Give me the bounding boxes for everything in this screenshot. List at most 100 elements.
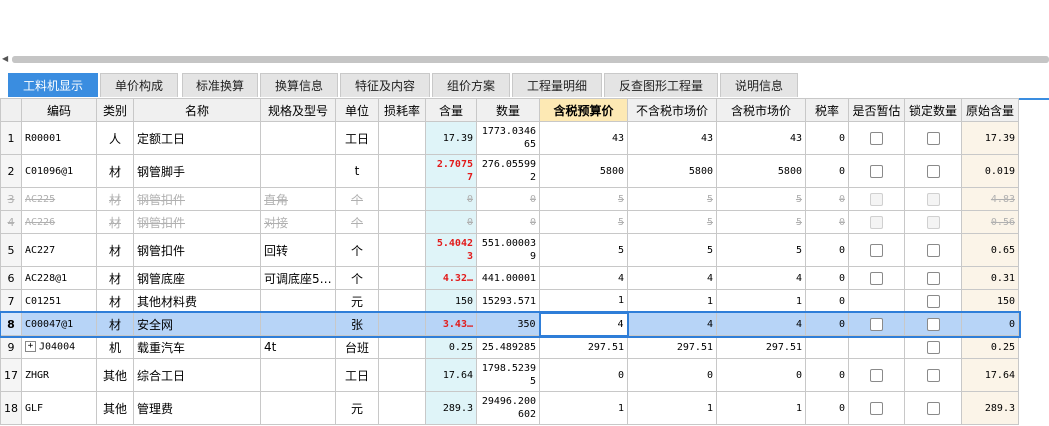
lock-qty-checkbox[interactable] [926, 165, 940, 178]
tab-reverse-query[interactable]: 反查图形工程量 [604, 73, 718, 97]
lock-qty-cell[interactable] [904, 289, 962, 313]
market-in-tax-cell[interactable]: 0 [716, 358, 806, 392]
content-cell[interactable]: 150 [425, 289, 477, 313]
budget-price-cell[interactable]: 0 [539, 358, 628, 392]
provisional-checkbox[interactable] [870, 193, 883, 206]
orig-content-cell[interactable]: 0.31 [961, 266, 1019, 290]
orig-content-cell[interactable]: 0.25 [961, 335, 1019, 359]
row-number-cell[interactable]: 17 [0, 358, 22, 392]
row-number-cell[interactable]: 2 [0, 154, 22, 188]
lock-qty-checkbox[interactable] [926, 341, 940, 354]
budget-price-cell[interactable]: 5 [539, 210, 628, 234]
name-cell[interactable]: 载重汽车 [133, 335, 261, 359]
budget-price-cell[interactable]: 297.51 [539, 335, 628, 359]
budget-price-cell[interactable]: 5800 [539, 154, 628, 188]
market-ex-tax-cell[interactable]: 0 [627, 358, 717, 392]
budget-price-cell[interactable]: 1 [539, 289, 628, 313]
provisional-checkbox[interactable] [870, 318, 883, 331]
lock-qty-checkbox[interactable] [926, 216, 940, 229]
spec-cell[interactable] [260, 289, 336, 313]
quantity-cell[interactable]: 0 [476, 210, 540, 234]
name-cell[interactable]: 钢管底座 [133, 266, 261, 290]
content-cell[interactable]: 0 [425, 210, 477, 234]
table-row[interactable]: 7 C01251 材其他材料费元 150 15293.571 1 1 1 0 150 [0, 289, 1019, 313]
scrollbar-track[interactable] [12, 56, 1049, 63]
provisional-cell[interactable] [848, 335, 905, 359]
quantity-cell[interactable]: 0 [476, 187, 540, 211]
row-number-cell[interactable]: 4 [0, 210, 22, 234]
col-header-spec[interactable]: 规格及型号 [260, 98, 336, 122]
type-cell[interactable]: 材 [96, 266, 134, 290]
market-in-tax-cell[interactable]: 297.51 [716, 335, 806, 359]
provisional-cell[interactable] [848, 121, 905, 155]
content-cell[interactable]: 2.7075 7 [425, 154, 477, 188]
table-row[interactable]: 9 + J04004 机载重汽车 4t 台班 0.25 25.489285 297.51 297.… [0, 335, 1019, 359]
type-cell[interactable]: 材 [96, 312, 134, 336]
table-row[interactable]: 5 AC227 材钢管扣件 回转个 5.4042 3 551.00003 9 5 5 5 0 0.6… [0, 233, 1019, 267]
unit-cell[interactable]: 个 [335, 266, 379, 290]
orig-content-cell[interactable]: 0.019 [961, 154, 1019, 188]
tax-rate-cell[interactable]: 0 [805, 312, 849, 336]
lock-qty-checkbox[interactable] [926, 318, 940, 331]
unit-cell[interactable]: 元 [335, 391, 379, 425]
code-cell[interactable]: AC226 [21, 210, 97, 234]
market-in-tax-cell[interactable]: 5800 [716, 154, 806, 188]
provisional-cell[interactable] [848, 154, 905, 188]
provisional-checkbox[interactable] [870, 216, 883, 229]
provisional-cell[interactable] [848, 391, 905, 425]
market-in-tax-cell[interactable]: 5 [716, 187, 806, 211]
col-header-unit[interactable]: 单位 [335, 98, 379, 122]
tax-rate-cell[interactable] [805, 335, 849, 359]
type-cell[interactable]: 其他 [96, 358, 134, 392]
row-number-cell[interactable]: 8 [0, 312, 22, 336]
provisional-cell[interactable] [848, 233, 905, 267]
budget-price-cell[interactable]: 5 [539, 233, 628, 267]
lock-qty-cell[interactable] [904, 358, 962, 392]
spec-cell[interactable]: 可调底座5… [260, 266, 336, 290]
budget-price-cell[interactable]: 4 [538, 311, 629, 337]
code-cell[interactable]: C00047@1 [21, 312, 97, 336]
col-header-lock-qty[interactable]: 锁定数量 [904, 98, 962, 122]
unit-cell[interactable]: 工日 [335, 358, 379, 392]
market-in-tax-cell[interactable]: 5 [716, 210, 806, 234]
market-ex-tax-cell[interactable]: 1 [627, 289, 717, 313]
provisional-cell[interactable] [848, 266, 905, 290]
provisional-cell[interactable] [848, 312, 905, 336]
spec-cell[interactable]: 4t [260, 335, 336, 359]
table-row[interactable]: 1 R00001 人定额工日 工日 17.39 1773.0346 65 43 43 43 0 17… [0, 121, 1019, 155]
name-cell[interactable]: 钢管脚手 [133, 154, 261, 188]
budget-price-cell[interactable]: 1 [539, 391, 628, 425]
content-cell[interactable]: 289.3 [425, 391, 477, 425]
table-row[interactable]: 17 ZHGR 其他 综合工日 工日 17.64 1798.5239 5 0 0 0 0 17.64 [0, 358, 1019, 392]
unit-cell[interactable]: 个 [335, 187, 379, 211]
lock-qty-cell[interactable] [904, 266, 962, 290]
tab-material-display[interactable]: 工料机显示 [8, 73, 98, 97]
horizontal-scrollbar[interactable]: ◀ [0, 53, 1049, 65]
provisional-cell[interactable] [848, 289, 905, 313]
loss-rate-cell[interactable] [378, 335, 426, 359]
loss-rate-cell[interactable] [378, 289, 426, 313]
quantity-cell[interactable]: 551.00003 9 [476, 233, 540, 267]
type-cell[interactable]: 材 [96, 187, 134, 211]
quantity-cell[interactable]: 29496.200 602 [476, 391, 540, 425]
tax-rate-cell[interactable]: 0 [805, 210, 849, 234]
tab-conversion-info[interactable]: 换算信息 [260, 73, 338, 97]
budget-price-cell[interactable]: 4 [539, 266, 628, 290]
table-row[interactable]: 4 AC226 材钢管扣件 对接个 0 0 5 5 5 0 0.56 [0, 210, 1019, 234]
orig-content-cell[interactable]: 150 [961, 289, 1019, 313]
lock-qty-cell[interactable] [904, 154, 962, 188]
name-cell[interactable]: 钢管扣件 [133, 233, 261, 267]
name-cell[interactable]: 定额工日 [133, 121, 261, 155]
content-cell[interactable]: 17.64 [425, 358, 477, 392]
content-cell[interactable]: 3.43… [425, 312, 477, 336]
type-cell[interactable]: 机 [96, 335, 134, 359]
budget-price-cell[interactable]: 5 [539, 187, 628, 211]
code-cell[interactable]: C01096@1 [21, 154, 97, 188]
col-header-tax-rate[interactable]: 税率 [805, 98, 849, 122]
market-in-tax-cell[interactable]: 1 [716, 391, 806, 425]
market-in-tax-cell[interactable]: 4 [716, 312, 806, 336]
tax-rate-cell[interactable]: 0 [805, 391, 849, 425]
tab-features[interactable]: 特征及内容 [340, 73, 430, 97]
content-cell[interactable]: 5.4042 3 [425, 233, 477, 267]
tax-rate-cell[interactable]: 0 [805, 121, 849, 155]
